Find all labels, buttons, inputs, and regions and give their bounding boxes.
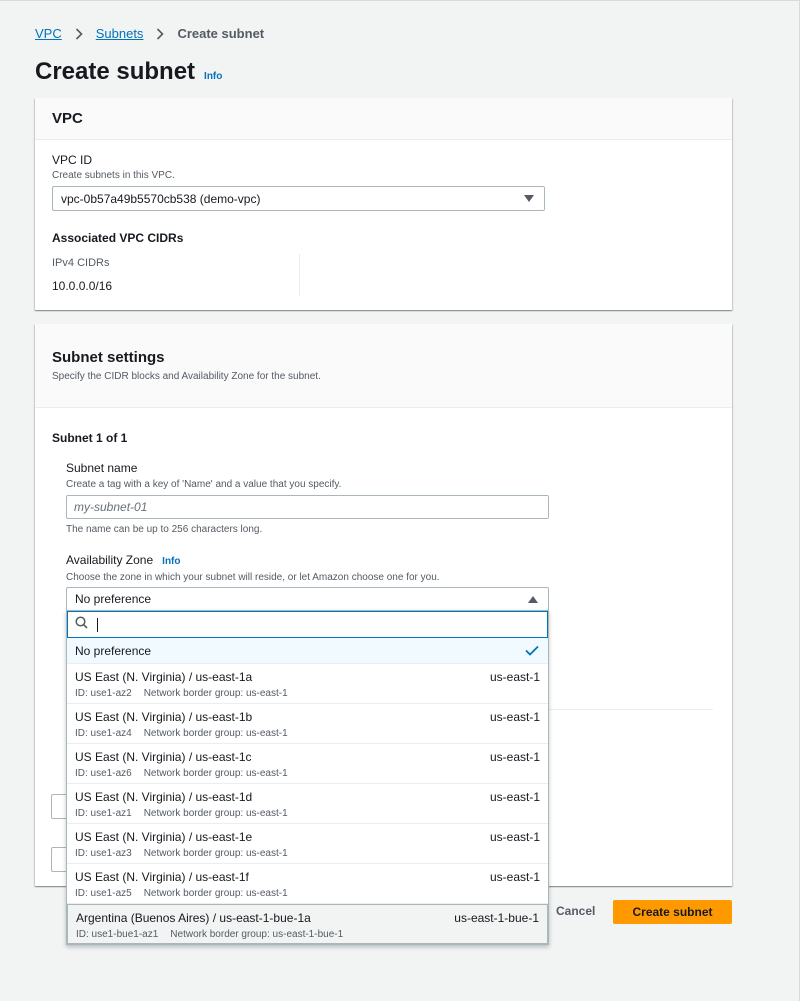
associated-cidrs-heading: Associated VPC CIDRs [52,231,184,245]
option-group: Network border group: us-east-1 [143,728,288,739]
option-group: Network border group: us-east-1 [143,848,288,859]
caret-up-icon [528,596,538,603]
option-name: US East (N. Virginia) / us-east-1a [75,670,253,684]
option-region: us-east-1 [489,710,540,724]
option-meta: ID: use1-az1 Network border group: us-eas… [75,808,288,819]
az-description: Choose the zone in which your subnet wil… [66,572,440,583]
option-group: Network border group: us-east-1 [143,688,288,699]
option-meta: ID: use1-az5 Network border group: us-eas… [75,888,288,899]
cancel-button[interactable]: Cancel [556,904,595,918]
az-option[interactable]: US East (N. Virginia) / us-east-1a us-ea… [67,664,548,704]
check-icon [525,645,539,659]
option-id: ID: use1-az5 [75,888,132,899]
az-option-no-preference[interactable]: No preference [67,638,548,664]
option-name: US East (N. Virginia) / us-east-1e [75,830,253,844]
az-search-input[interactable] [67,611,548,638]
column-divider [299,254,300,296]
option-id: ID: use1-az2 [75,688,132,699]
option-id: ID: use1-az6 [75,768,132,779]
option-region: us-east-1 [489,870,540,884]
subnet-name-label: Subnet name [66,461,138,475]
option-group: Network border group: us-east-1 [143,888,288,899]
option-id: ID: use1-az1 [75,808,132,819]
vpc-id-value: vpc-0b57a49b5570cb538 (demo-vpc) [61,191,261,206]
option-meta: ID: use1-az3 Network border group: us-eas… [75,848,288,859]
vpc-panel-heading: VPC [52,110,83,127]
page-title: Create subnet [35,58,196,85]
option-id: ID: use1-bue1-az1 [76,929,159,940]
breadcrumb-vpc-link[interactable]: VPC [35,26,62,41]
az-option[interactable]: US East (N. Virginia) / us-east-1c us-ea… [67,744,548,784]
option-label: No preference [75,643,152,658]
az-info-link[interactable]: Info [162,556,180,567]
option-meta: ID: use1-az4 Network border group: us-eas… [75,728,288,739]
az-option[interactable]: US East (N. Virginia) / us-east-1e us-ea… [67,824,548,864]
vpc-id-select[interactable]: vpc-0b57a49b5570cb538 (demo-vpc) [52,186,545,211]
page-header: Create subnet Info [35,58,222,86]
option-region: us-east-1-bue-1 [454,911,539,925]
subnet-name-placeholder: my-subnet-01 [74,500,148,514]
chevron-right-icon [75,27,83,40]
vpc-id-label: VPC ID [52,153,93,167]
subnet-name-description: Create a tag with a key of 'Name' and a … [66,479,342,490]
chevron-right-icon [156,27,165,40]
option-meta: ID: use1-az2 Network border group: us-eas… [75,688,288,699]
hidden-field [51,847,67,872]
az-select[interactable]: No preference [66,587,549,611]
section-divider [548,709,713,710]
option-group: Network border group: us-east-1-bue-1 [170,929,344,940]
breadcrumb-current: Create subnet [177,26,265,41]
option-name: US East (N. Virginia) / us-east-1b [75,710,253,724]
ipv4-cidrs-label: IPv4 CIDRs [52,257,110,269]
option-meta: ID: use1-az6 Network border group: us-eas… [75,768,288,779]
caret-down-icon [524,195,534,202]
option-region: us-east-1 [489,750,540,764]
option-group: Network border group: us-east-1 [143,808,288,819]
az-select-value: No preference [75,592,152,606]
subnet-name-input[interactable]: my-subnet-01 [66,495,549,519]
option-region: us-east-1 [489,830,540,844]
az-option[interactable]: US East (N. Virginia) / us-east-1b us-ea… [67,704,548,744]
option-region: us-east-1 [489,790,540,804]
breadcrumb-subnets-link[interactable]: Subnets [96,26,144,41]
vpc-id-description: Create subnets in this VPC. [52,170,175,181]
az-dropdown: No preference US East (N. Virginia) / us… [66,610,549,945]
option-group: Network border group: us-east-1 [143,768,288,779]
hidden-field [51,794,67,819]
option-meta: ID: use1-bue1-az1 Network border group: u… [76,929,343,940]
option-name: Argentina (Buenos Aires) / us-east-1-bue… [76,911,311,925]
text-cursor [97,617,98,632]
breadcrumb: VPC Subnets Create subnet [35,26,264,41]
ipv4-cidr-value: 10.0.0.0/16 [52,279,113,293]
create-subnet-button[interactable]: Create subnet [613,900,732,924]
option-id: ID: use1-az4 [75,728,132,739]
vpc-panel: VPC VPC ID Create subnets in this VPC. v… [35,98,732,310]
az-option[interactable]: US East (N. Virginia) / us-east-1d us-ea… [67,784,548,824]
vpc-panel-header: VPC [35,98,732,140]
subnet-settings-description: Specify the CIDR blocks and Availability… [52,371,321,382]
az-label: Availability Zone [66,553,154,567]
option-region: us-east-1 [489,670,540,684]
az-option[interactable]: US East (N. Virginia) / us-east-1f us-ea… [67,864,548,904]
subnet-name-hint: The name can be up to 256 characters lon… [66,524,263,535]
az-label-row: Availability Zone Info [66,553,181,567]
option-name: US East (N. Virginia) / us-east-1d [75,790,253,804]
subnet-counter: Subnet 1 of 1 [52,431,128,445]
option-name: US East (N. Virginia) / us-east-1f [75,870,249,884]
option-id: ID: use1-az3 [75,848,132,859]
page-info-link[interactable]: Info [204,71,222,82]
az-option-highlighted[interactable]: Argentina (Buenos Aires) / us-east-1-bue… [67,904,548,944]
subnet-settings-heading: Subnet settings [52,349,165,366]
search-icon [75,615,88,634]
subnet-settings-header: Subnet settings Specify the CIDR blocks … [35,324,732,408]
option-name: US East (N. Virginia) / us-east-1c [75,750,252,764]
